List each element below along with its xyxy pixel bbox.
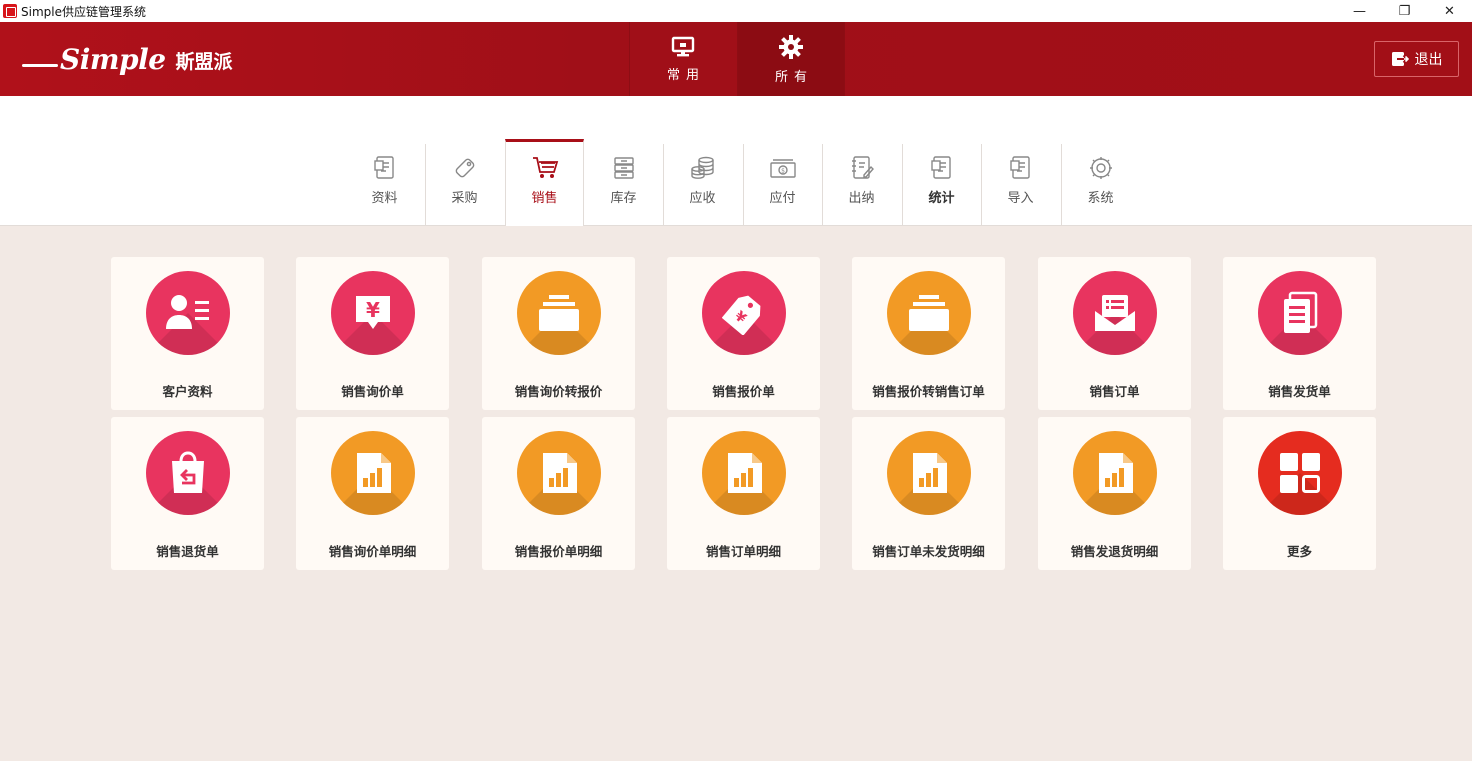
card-quote-to-order[interactable]: 销售报价转销售订单 — [852, 257, 1005, 410]
svg-text:¥: ¥ — [366, 298, 380, 322]
close-button[interactable]: ✕ — [1427, 0, 1472, 22]
module-label: 出纳 — [848, 191, 875, 206]
module-label: 库存 — [610, 191, 637, 206]
tab-module-payable[interactable]: $ 应付 — [743, 139, 822, 225]
card-label: 客户资料 — [162, 384, 213, 399]
module-label: 系统 — [1087, 191, 1114, 206]
bar-report-icon — [701, 431, 786, 515]
document-icon — [1009, 156, 1030, 179]
folder-tray-icon — [516, 271, 601, 355]
card-sales-inquiry[interactable]: ¥ 销售询价单 — [296, 257, 449, 410]
exit-button[interactable]: 退出 — [1374, 41, 1459, 77]
price-tag-icon: ¥ — [701, 271, 786, 355]
card-inquiry-to-quote[interactable]: 销售询价转报价 — [482, 257, 635, 410]
card-customer-info[interactable]: 客户资料 — [111, 257, 264, 410]
window-controls: — ❐ ✕ — [1337, 0, 1472, 22]
card-label: 销售报价单 — [712, 384, 775, 399]
tab-module-data[interactable]: 资料 — [345, 139, 424, 225]
tab-all[interactable]: 所有 — [737, 22, 844, 96]
logo-swoosh — [22, 63, 58, 67]
return-bag-icon — [145, 431, 230, 515]
card-sales-return[interactable]: 销售退货单 — [111, 417, 264, 570]
module-label: 采购 — [451, 191, 478, 206]
card-label: 销售退货单 — [156, 544, 219, 559]
cash-icon: $ — [769, 159, 796, 178]
grid-more-icon — [1257, 431, 1342, 515]
card-sales-quote[interactable]: ¥ 销售报价单 — [667, 257, 820, 410]
module-label: 统计 — [928, 191, 955, 206]
tag-icon — [455, 158, 474, 178]
module-nav: 资料 采购 销售 库存 应收 $ 应付 出纳 统计 导入 系统 — [0, 96, 1472, 226]
window-title: Simple供应链管理系统 — [21, 4, 146, 19]
bar-report-icon — [330, 431, 415, 515]
tab-module-purchase[interactable]: 采购 — [425, 139, 504, 225]
logo-chinese-name: 斯盟派 — [175, 50, 233, 73]
tab-all-label: 所有 — [774, 69, 813, 85]
folder-tray-icon — [886, 271, 971, 355]
tab-module-cashier[interactable]: 出纳 — [822, 139, 901, 225]
svg-text:$: $ — [781, 168, 785, 175]
gear-icon — [779, 34, 803, 59]
tab-module-sales[interactable]: 销售 — [505, 139, 584, 226]
card-label: 销售订单 — [1089, 384, 1140, 399]
module-label: 应付 — [769, 191, 796, 206]
card-label: 销售发货单 — [1268, 384, 1331, 399]
bar-report-icon — [886, 431, 971, 515]
logout-icon — [1391, 52, 1409, 66]
header-divider — [844, 22, 845, 96]
restore-button[interactable]: ❐ — [1382, 0, 1427, 22]
cart-icon — [532, 157, 558, 178]
card-inquiry-detail[interactable]: 销售询价单明细 — [296, 417, 449, 570]
module-label: 导入 — [1007, 191, 1034, 206]
window-titlebar: Simple供应链管理系统 — ❐ ✕ — [0, 0, 1472, 22]
tab-module-system[interactable]: 系统 — [1061, 139, 1140, 225]
document-icon — [930, 156, 951, 179]
tab-common[interactable]: 常用 — [629, 22, 736, 96]
tab-module-inventory[interactable]: 库存 — [584, 139, 663, 225]
module-label: 资料 — [371, 191, 398, 206]
tab-common-label: 常用 — [666, 67, 705, 83]
tab-module-receivable[interactable]: 应收 — [663, 139, 742, 225]
brand-logo: Simple 斯盟派 — [22, 42, 233, 76]
notebook-icon — [851, 156, 874, 179]
card-label: 销售询价单明细 — [328, 544, 417, 559]
card-quote-detail[interactable]: 销售报价单明细 — [482, 417, 635, 570]
logo-word: Simple — [60, 42, 166, 76]
documents-icon — [1257, 271, 1342, 355]
contact-card-icon — [145, 271, 230, 355]
card-undelivered-detail[interactable]: 销售订单未发货明细 — [852, 417, 1005, 570]
card-delivery-note[interactable]: 销售发货单 — [1223, 257, 1376, 410]
bar-report-icon — [516, 431, 601, 515]
bar-report-icon — [1072, 431, 1157, 515]
minimize-button[interactable]: — — [1337, 0, 1382, 22]
envelope-list-icon — [1072, 271, 1157, 355]
module-label: 应收 — [689, 191, 716, 206]
card-label: 更多 — [1286, 544, 1312, 559]
tab-module-statistics[interactable]: 统计 — [902, 139, 981, 225]
coins-icon — [690, 156, 714, 179]
card-label: 销售报价单明细 — [514, 544, 603, 559]
card-label: 销售报价转销售订单 — [872, 384, 985, 399]
card-order-detail[interactable]: 销售订单明细 — [667, 417, 820, 570]
stack-icon — [613, 157, 634, 179]
card-sales-order[interactable]: 销售订单 — [1038, 257, 1191, 410]
card-label: 销售询价转报价 — [514, 384, 603, 399]
monitor-icon — [671, 36, 695, 56]
card-label: 销售订单未发货明细 — [872, 544, 985, 559]
card-label: 销售订单明细 — [705, 544, 781, 559]
price-bubble-icon: ¥ — [330, 271, 415, 355]
app-logo-icon — [3, 4, 17, 18]
card-delivery-return-detail[interactable]: 销售发退货明细 — [1038, 417, 1191, 570]
settings-icon — [1089, 157, 1112, 179]
exit-label: 退出 — [1414, 52, 1443, 68]
card-label: 销售询价单 — [341, 384, 404, 399]
card-label: 销售发退货明细 — [1070, 544, 1159, 559]
tab-module-import[interactable]: 导入 — [981, 139, 1060, 225]
card-more[interactable]: 更多 — [1223, 417, 1376, 570]
module-label: 销售 — [531, 191, 558, 206]
document-icon — [373, 156, 394, 179]
app-header: Simple 斯盟派 常用 所有 退出 — [0, 22, 1472, 96]
